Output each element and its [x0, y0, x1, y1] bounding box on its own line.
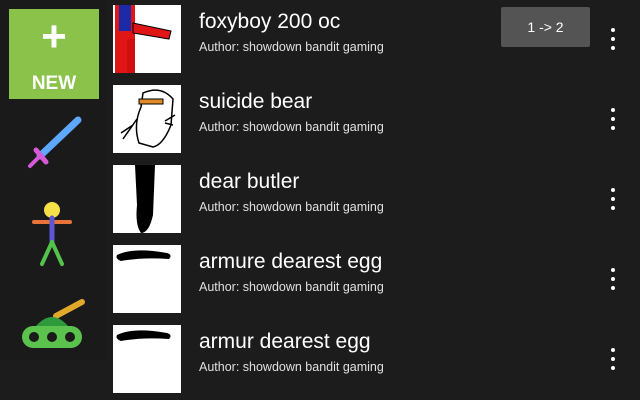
animation-thumbnail[interactable]	[113, 325, 181, 393]
animation-title: armure dearest egg	[199, 250, 383, 273]
animation-author: Author: showdown bandit gaming	[199, 40, 384, 54]
plus-icon: +	[41, 12, 67, 61]
sidebar: + NEW	[0, 0, 106, 360]
more-options-icon[interactable]	[601, 104, 625, 134]
sword-icon[interactable]	[12, 110, 92, 182]
list-item[interactable]: suicide bear Author: showdown bandit gam…	[106, 80, 640, 160]
new-animation-button[interactable]: + NEW	[9, 9, 99, 99]
more-options-icon[interactable]	[601, 184, 625, 214]
tank-icon[interactable]	[12, 290, 92, 362]
frame-range-badge[interactable]: 1 -> 2	[501, 7, 590, 47]
list-item[interactable]: armur dearest egg Author: showdown bandi…	[106, 320, 640, 400]
animation-author: Author: showdown bandit gaming	[199, 120, 384, 134]
list-item[interactable]: armure dearest egg Author: showdown band…	[106, 240, 640, 320]
more-options-icon[interactable]	[601, 344, 625, 374]
stick-figure-icon[interactable]	[12, 200, 92, 272]
animation-title: suicide bear	[199, 90, 313, 113]
new-button-label: NEW	[31, 73, 77, 94]
animation-title: dear butler	[199, 170, 300, 193]
animation-title: armur dearest egg	[199, 330, 371, 353]
more-options-icon[interactable]	[601, 24, 625, 54]
list-item[interactable]: dear butler Author: showdown bandit gami…	[106, 160, 640, 240]
animation-thumbnail[interactable]	[113, 165, 181, 233]
animation-author: Author: showdown bandit gaming	[199, 200, 384, 214]
animation-thumbnail[interactable]	[113, 85, 181, 153]
animation-thumbnail[interactable]	[113, 245, 181, 313]
animation-title: foxyboy 200 oc	[199, 10, 341, 33]
animation-author: Author: showdown bandit gaming	[199, 280, 384, 294]
animation-author: Author: showdown bandit gaming	[199, 360, 384, 374]
animation-thumbnail[interactable]	[113, 5, 181, 73]
list-item[interactable]: foxyboy 200 oc Author: showdown bandit g…	[106, 0, 640, 80]
more-options-icon[interactable]	[601, 264, 625, 294]
animation-list: foxyboy 200 oc Author: showdown bandit g…	[106, 0, 640, 393]
